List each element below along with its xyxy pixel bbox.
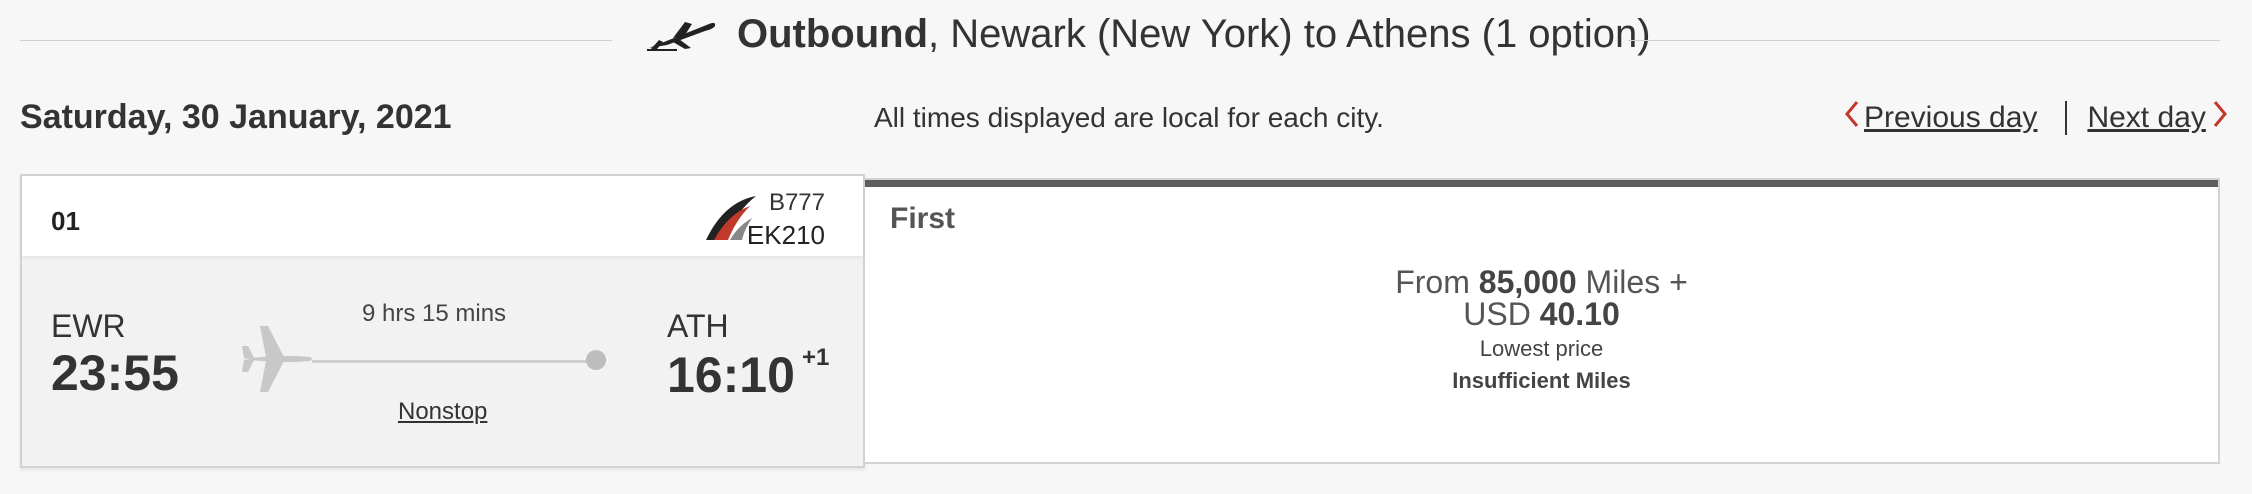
fare-from-label: From (1395, 264, 1470, 300)
first-class-fare-card[interactable]: First From 85,000 Miles + USD 40.10 Lowe… (865, 178, 2220, 464)
fare-amount: 40.10 (1539, 296, 1620, 332)
day-navigation: Previous day Next day (1844, 100, 2228, 136)
airplane-takeoff-icon (645, 18, 717, 52)
flight-duration: 9 hrs 15 mins (362, 300, 507, 327)
flight-option-card[interactable]: 01 B777 EK210 EWR 23:55 9 hrs 15 mins No… (20, 174, 865, 468)
arrival-time: 16:10 (667, 347, 795, 403)
previous-day-label: Previous day (1864, 101, 2038, 134)
header-title: Outbound, Newark (New York) to Athens (1… (737, 12, 1651, 57)
departure-time: 23:55 (51, 345, 179, 401)
fare-class-bar (865, 180, 2218, 187)
header-divider-right (1628, 40, 2220, 41)
option-number: 01 (51, 206, 80, 236)
lowest-price-note: Lowest price (1479, 336, 1604, 361)
route-line (312, 360, 602, 363)
flight-number: EK210 (746, 220, 825, 250)
chevron-right-icon (2212, 100, 2228, 136)
timezone-note: All times displayed are local for each c… (874, 102, 1384, 133)
header-divider-left (20, 40, 612, 41)
fare-status: Insufficient Miles (1452, 368, 1631, 393)
fare-price: From 85,000 Miles + USD 40.10 (865, 266, 2218, 330)
destination-dot (586, 350, 606, 370)
nav-separator (2065, 101, 2068, 135)
chevron-left-icon (1844, 100, 1860, 136)
departure-airport-code: EWR (51, 308, 126, 344)
aircraft-type: B777 (768, 189, 825, 216)
arrival-airport-code: ATH (667, 308, 729, 344)
outbound-header: Outbound, Newark (New York) to Athens (1… (645, 12, 1651, 57)
fare-currency: USD (1463, 296, 1531, 332)
next-day-link[interactable]: Next day (2087, 100, 2227, 136)
selected-date: Saturday, 30 January, 2021 (20, 98, 452, 136)
fare-class-label: First (890, 202, 956, 235)
airplane-icon (240, 324, 314, 399)
header-title-rest: , Newark (New York) to Athens (1 option) (928, 12, 1651, 56)
header-title-bold: Outbound (737, 12, 929, 56)
flight-card-header: 01 B777 EK210 (22, 176, 863, 256)
arrival-day-offset: +1 (802, 344, 830, 371)
next-day-label: Next day (2087, 101, 2206, 134)
fare-miles: 85,000 (1478, 264, 1577, 300)
previous-day-link[interactable]: Previous day (1844, 100, 2037, 136)
fare-miles-label: Miles + (1585, 264, 1688, 300)
nonstop-link[interactable]: Nonstop (398, 398, 487, 426)
